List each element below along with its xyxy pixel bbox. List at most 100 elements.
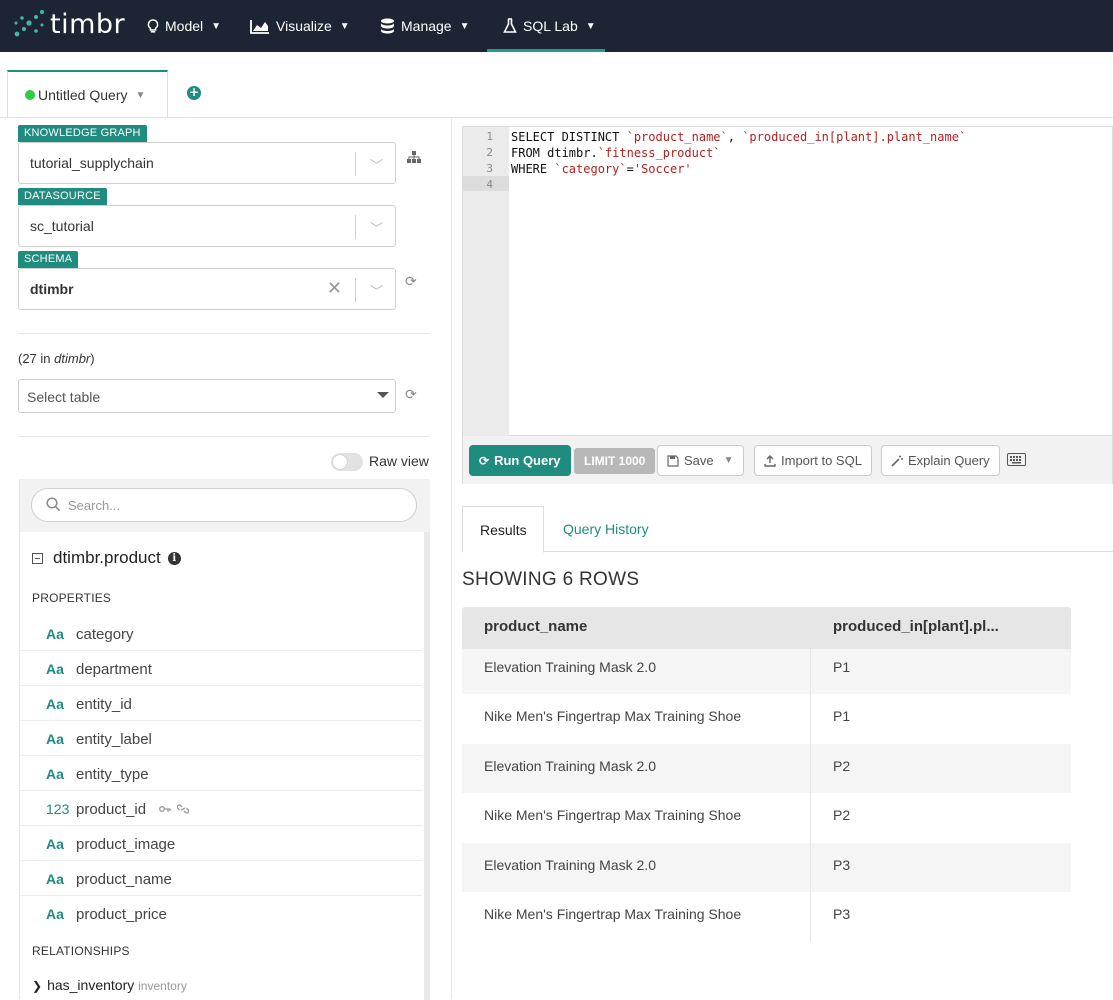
sql-identifier: `produced_in[plant].plant_name`: [742, 130, 967, 144]
query-tabs: Untitled Query ▼ +: [0, 52, 1113, 118]
property-row[interactable]: Aa product_name: [20, 861, 422, 896]
nav-manage-label: Manage: [401, 18, 452, 34]
logo-dots-icon: [14, 10, 44, 37]
save-button[interactable]: Save ▼: [657, 445, 744, 476]
explain-query-button[interactable]: Explain Query: [881, 445, 1000, 476]
sql-keyword: FROM dtimbr.: [511, 146, 598, 160]
link-icon: [177, 804, 189, 814]
run-query-button[interactable]: ⟳ Run Query: [469, 445, 571, 476]
property-row[interactable]: Aa category: [20, 616, 422, 651]
nav-sql-lab[interactable]: SQL Lab ▼: [503, 0, 596, 52]
tab-results[interactable]: Results: [462, 506, 544, 553]
refresh-icon[interactable]: ⟳: [405, 387, 417, 403]
nav-manage[interactable]: Manage ▼: [380, 0, 470, 52]
property-name: product_id: [76, 801, 147, 818]
chevron-down-icon: ▼: [585, 20, 596, 32]
nav-model[interactable]: Model ▼: [147, 0, 221, 52]
hierarchy-icon[interactable]: [407, 151, 421, 164]
schema-value: dtimbr: [30, 281, 74, 297]
info-icon[interactable]: i: [167, 551, 181, 565]
chevron-down-icon: ▼: [339, 20, 350, 32]
magic-wand-icon: [891, 455, 903, 467]
property-name: entity_type: [76, 766, 149, 783]
refresh-icon: ⟳: [479, 453, 490, 468]
select-separator: [355, 215, 356, 239]
query-tab[interactable]: Untitled Query ▼: [7, 70, 168, 118]
chevron-right-icon[interactable]: ❯: [32, 979, 42, 993]
nav-visualize-label: Visualize: [276, 18, 332, 34]
column-separator: [810, 743, 811, 793]
chevron-down-icon: ▼: [723, 455, 734, 466]
property-row[interactable]: 123 product_id: [20, 791, 422, 826]
column-separator: [810, 842, 811, 892]
column-header[interactable]: product_name: [484, 618, 587, 635]
property-row[interactable]: Aa entity_id: [20, 686, 422, 721]
key-icon: [159, 806, 171, 812]
import-to-sql-button[interactable]: Import to SQL: [754, 445, 872, 476]
sql-text: ,: [727, 130, 743, 144]
knowledge-graph-value: tutorial_supplychain: [30, 155, 154, 171]
table-select-placeholder: Select table: [27, 389, 101, 405]
nav-visualize[interactable]: Visualize ▼: [250, 0, 350, 52]
table-cell: Nike Men's Fingertrap Max Training Shoe: [484, 906, 742, 922]
table-row: Elevation Training Mask 2.0 P2: [462, 743, 1071, 793]
refresh-icon[interactable]: ⟳: [405, 274, 417, 290]
nav-model-label: Model: [165, 18, 204, 34]
chevron-down-icon[interactable]: ﹀: [370, 155, 383, 174]
status-dot-icon: [25, 90, 35, 100]
property-row[interactable]: Aa entity_type: [20, 756, 422, 791]
chevron-down-icon[interactable]: ﹀: [370, 281, 383, 300]
code-line: SELECT DISTINCT `product_name`, `produce…: [511, 130, 966, 144]
property-row[interactable]: Aa product_image: [20, 826, 422, 861]
explain-label: Explain Query: [908, 453, 990, 468]
rows-count-title: SHOWING 6 ROWS: [462, 569, 640, 590]
property-row[interactable]: Aa product_price: [20, 896, 422, 931]
sql-editor[interactable]: 1 2 3 4 SELECT DISTINCT `product_name`, …: [462, 126, 1113, 437]
add-tab-icon[interactable]: +: [187, 86, 201, 100]
property-row[interactable]: Aa department: [20, 651, 422, 686]
upload-icon: [764, 454, 776, 467]
sql-string: 'Soccer': [633, 162, 692, 176]
divider: [18, 333, 429, 334]
property-name: category: [76, 626, 134, 643]
property-name: product_name: [76, 871, 172, 888]
raw-view-toggle[interactable]: [331, 453, 363, 471]
limit-label: LIMIT 1000: [584, 454, 646, 468]
table-cell: P2: [833, 807, 851, 823]
tree-concept-title[interactable]: dtimbr.product i: [32, 548, 181, 568]
timbr-logo[interactable]: timbr: [12, 6, 125, 42]
tab-query-history[interactable]: Query History: [546, 506, 666, 552]
datasource-select[interactable]: sc_tutorial ﹀: [18, 205, 396, 247]
table-header: product_name produced_in[plant].pl...: [462, 607, 1071, 649]
table-select[interactable]: Select table: [18, 379, 396, 413]
chevron-down-icon: ▼: [211, 20, 222, 32]
table-count-schema: dtimbr: [54, 351, 91, 366]
nav-sql-lab-label: SQL Lab: [523, 18, 578, 34]
property-row[interactable]: Aa entity_label: [20, 721, 422, 756]
table-row: Nike Men's Fingertrap Max Training Shoe P…: [462, 694, 1071, 744]
collapse-icon[interactable]: [32, 552, 43, 564]
table-row: Nike Men's Fingertrap Max Training Shoe P…: [462, 793, 1071, 843]
chevron-down-icon[interactable]: ▼: [135, 90, 145, 101]
knowledge-graph-select[interactable]: tutorial_supplychain ﹀: [18, 142, 396, 184]
column-separator: [810, 892, 811, 942]
area-chart-icon: [250, 19, 269, 34]
properties-header: PROPERTIES: [32, 591, 112, 605]
import-label: Import to SQL: [781, 453, 862, 468]
limit-button[interactable]: LIMIT 1000: [574, 448, 656, 474]
relationship-item[interactable]: ❯ has_inventory inventory: [32, 977, 187, 993]
table-cell: Elevation Training Mask 2.0: [484, 856, 656, 873]
sql-identifier: `product_name`: [626, 130, 728, 144]
schema-select[interactable]: dtimbr ✕ ﹀: [18, 268, 396, 310]
keyboard-icon[interactable]: [1007, 453, 1026, 466]
caret-down-icon: [377, 392, 389, 398]
close-icon[interactable]: ✕: [327, 278, 342, 299]
column-header[interactable]: produced_in[plant].pl...: [833, 618, 999, 635]
chevron-down-icon[interactable]: ﹀: [370, 218, 383, 237]
table-cell: P3: [833, 906, 851, 922]
select-separator: [355, 278, 356, 302]
text-type-icon: Aa: [46, 836, 64, 852]
property-name: product_price: [76, 906, 167, 923]
search-input[interactable]: Search...: [31, 488, 417, 522]
scrollbar[interactable]: [424, 532, 430, 1000]
